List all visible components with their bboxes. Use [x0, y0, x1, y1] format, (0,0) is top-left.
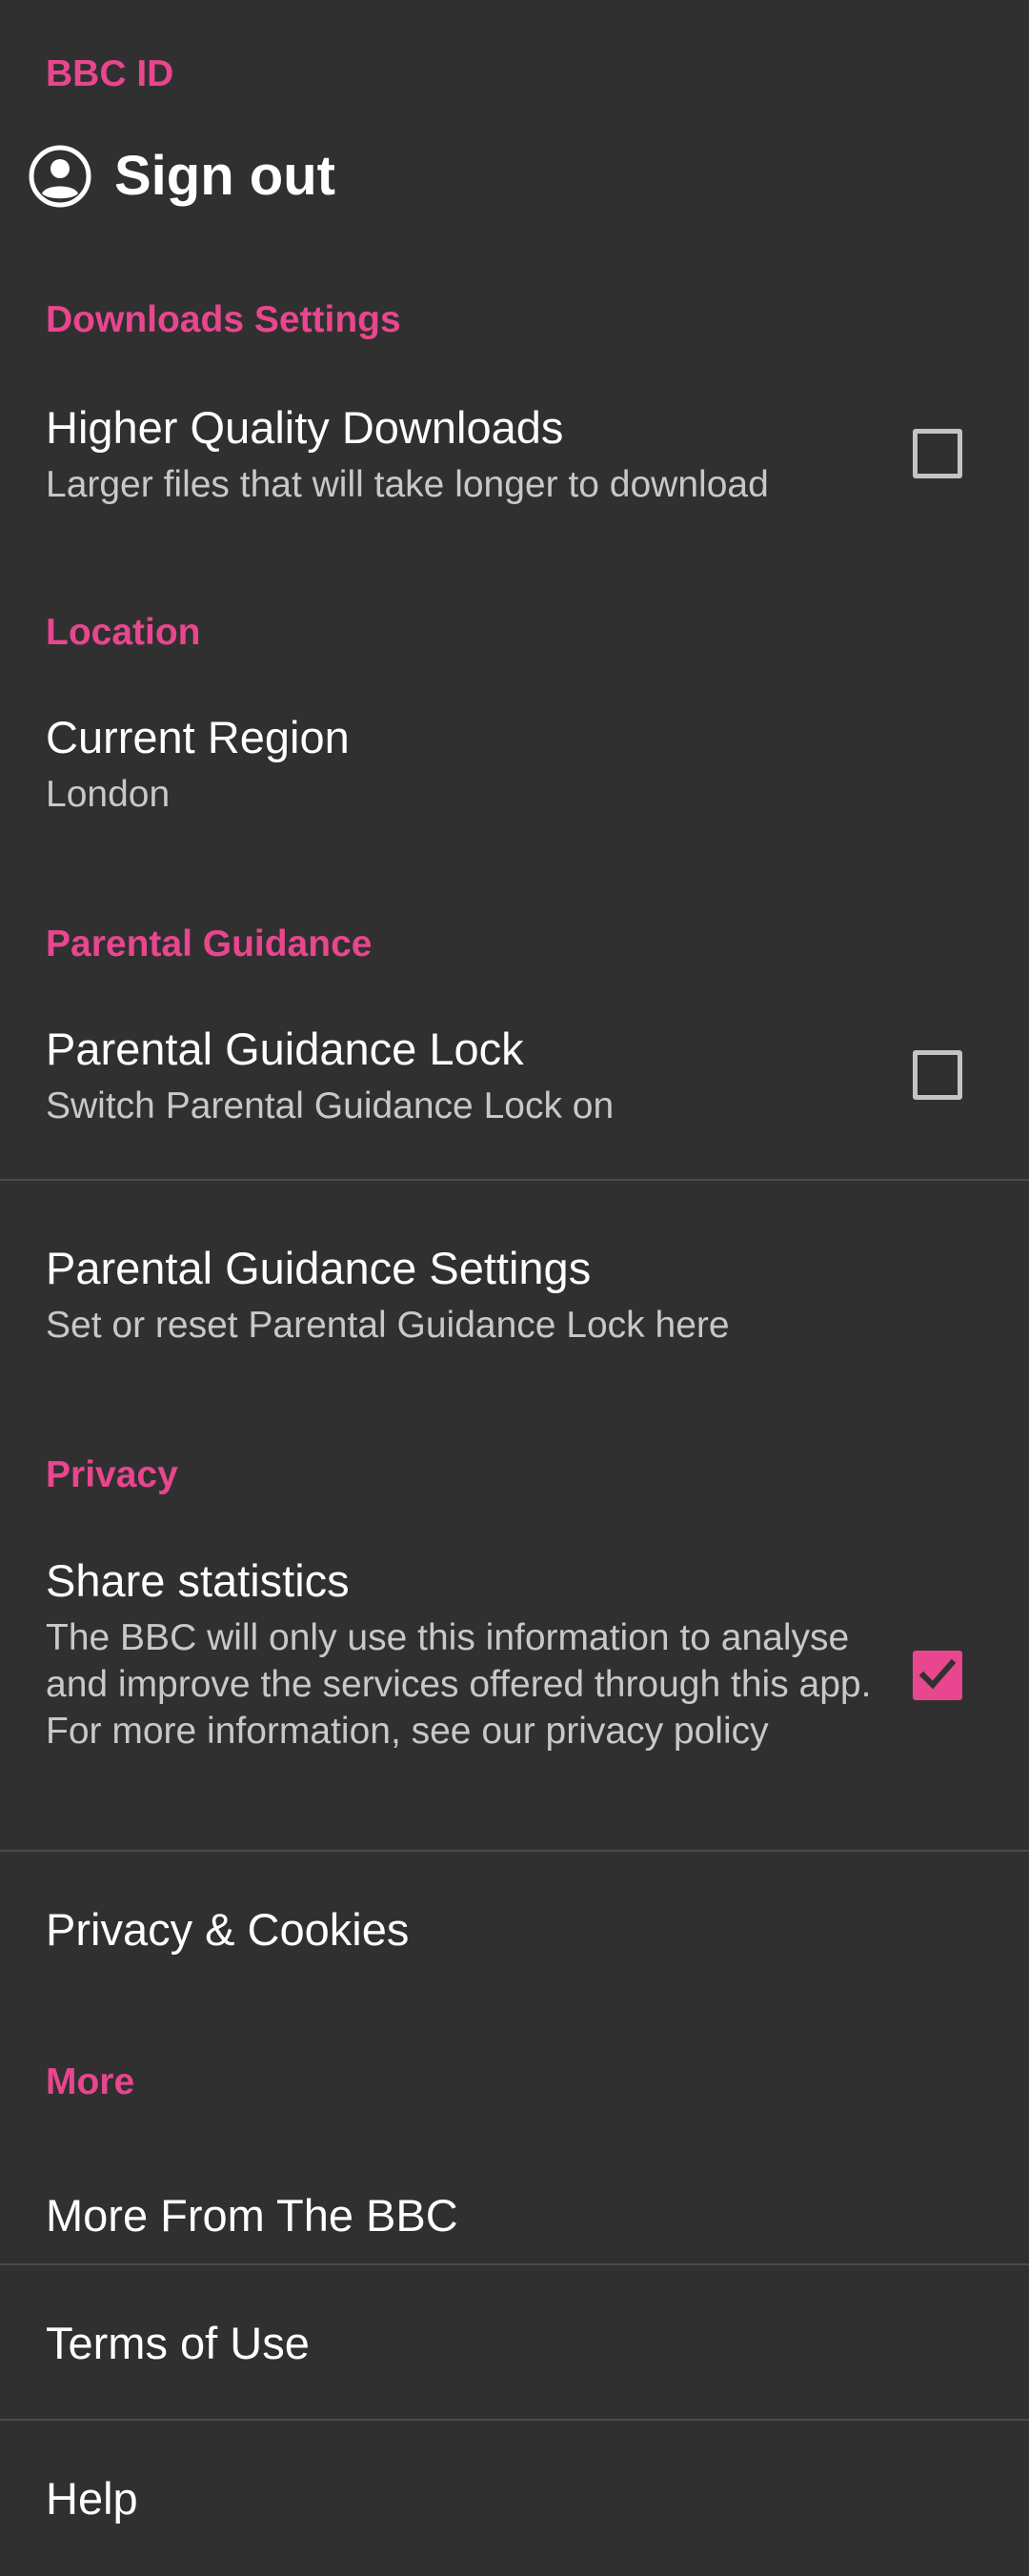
share-statistics-title: Share statistics: [46, 1555, 350, 1606]
section-header-bbc-id: BBC ID: [46, 53, 174, 94]
share-statistics-checkbox[interactable]: [913, 1651, 962, 1700]
higher-quality-downloads-row[interactable]: Higher Quality Downloads Larger files th…: [0, 381, 1029, 524]
current-region-row[interactable]: Current Region London: [0, 696, 1029, 839]
higher-quality-downloads-title: Higher Quality Downloads: [46, 402, 564, 453]
parental-guidance-lock-row[interactable]: Parental Guidance Lock Switch Parental G…: [0, 1010, 1029, 1177]
divider: [0, 1850, 1029, 1852]
sign-out-label: Sign out: [114, 145, 335, 207]
current-region-title: Current Region: [46, 712, 350, 762]
terms-of-use-title: Terms of Use: [46, 2318, 310, 2368]
parental-guidance-settings-row[interactable]: Parental Guidance Settings Set or reset …: [0, 1182, 1029, 1372]
sign-out-button[interactable]: Sign out: [0, 124, 1029, 229]
share-statistics-summary: The BBC will only use this information t…: [46, 1617, 872, 1752]
parental-guidance-lock-title: Parental Guidance Lock: [46, 1024, 524, 1074]
current-region-summary: London: [46, 774, 171, 815]
help-title: Help: [46, 2473, 138, 2524]
account-circle-icon: [27, 143, 93, 210]
parental-guidance-lock-summary: Switch Parental Guidance Lock on: [46, 1085, 615, 1126]
divider: [0, 2419, 1029, 2421]
privacy-cookies-row[interactable]: Privacy & Cookies: [0, 1853, 1029, 2005]
parental-guidance-lock-checkbox[interactable]: [913, 1050, 962, 1100]
higher-quality-downloads-checkbox[interactable]: [913, 429, 962, 478]
more-from-bbc-row[interactable]: More From The BBC: [0, 2135, 1029, 2263]
privacy-cookies-title: Privacy & Cookies: [46, 1904, 410, 1955]
section-header-parental-guidance: Parental Guidance: [46, 923, 373, 964]
parental-guidance-settings-summary: Set or reset Parental Guidance Lock here: [46, 1305, 730, 1346]
parental-guidance-settings-title: Parental Guidance Settings: [46, 1243, 592, 1293]
section-header-more: More: [46, 2061, 135, 2102]
divider: [0, 1179, 1029, 1181]
higher-quality-downloads-summary: Larger files that will take longer to do…: [46, 464, 769, 505]
share-statistics-row[interactable]: Share statistics The BBC will only use t…: [0, 1534, 1029, 1849]
terms-of-use-row[interactable]: Terms of Use: [0, 2266, 1029, 2419]
section-header-privacy: Privacy: [46, 1454, 178, 1495]
help-row[interactable]: Help: [0, 2422, 1029, 2574]
section-header-downloads: Downloads Settings: [46, 299, 401, 340]
more-from-bbc-title: More From The BBC: [46, 2190, 458, 2241]
divider: [0, 2263, 1029, 2265]
checkmark-icon: [918, 1658, 957, 1690]
section-header-location: Location: [46, 612, 201, 653]
